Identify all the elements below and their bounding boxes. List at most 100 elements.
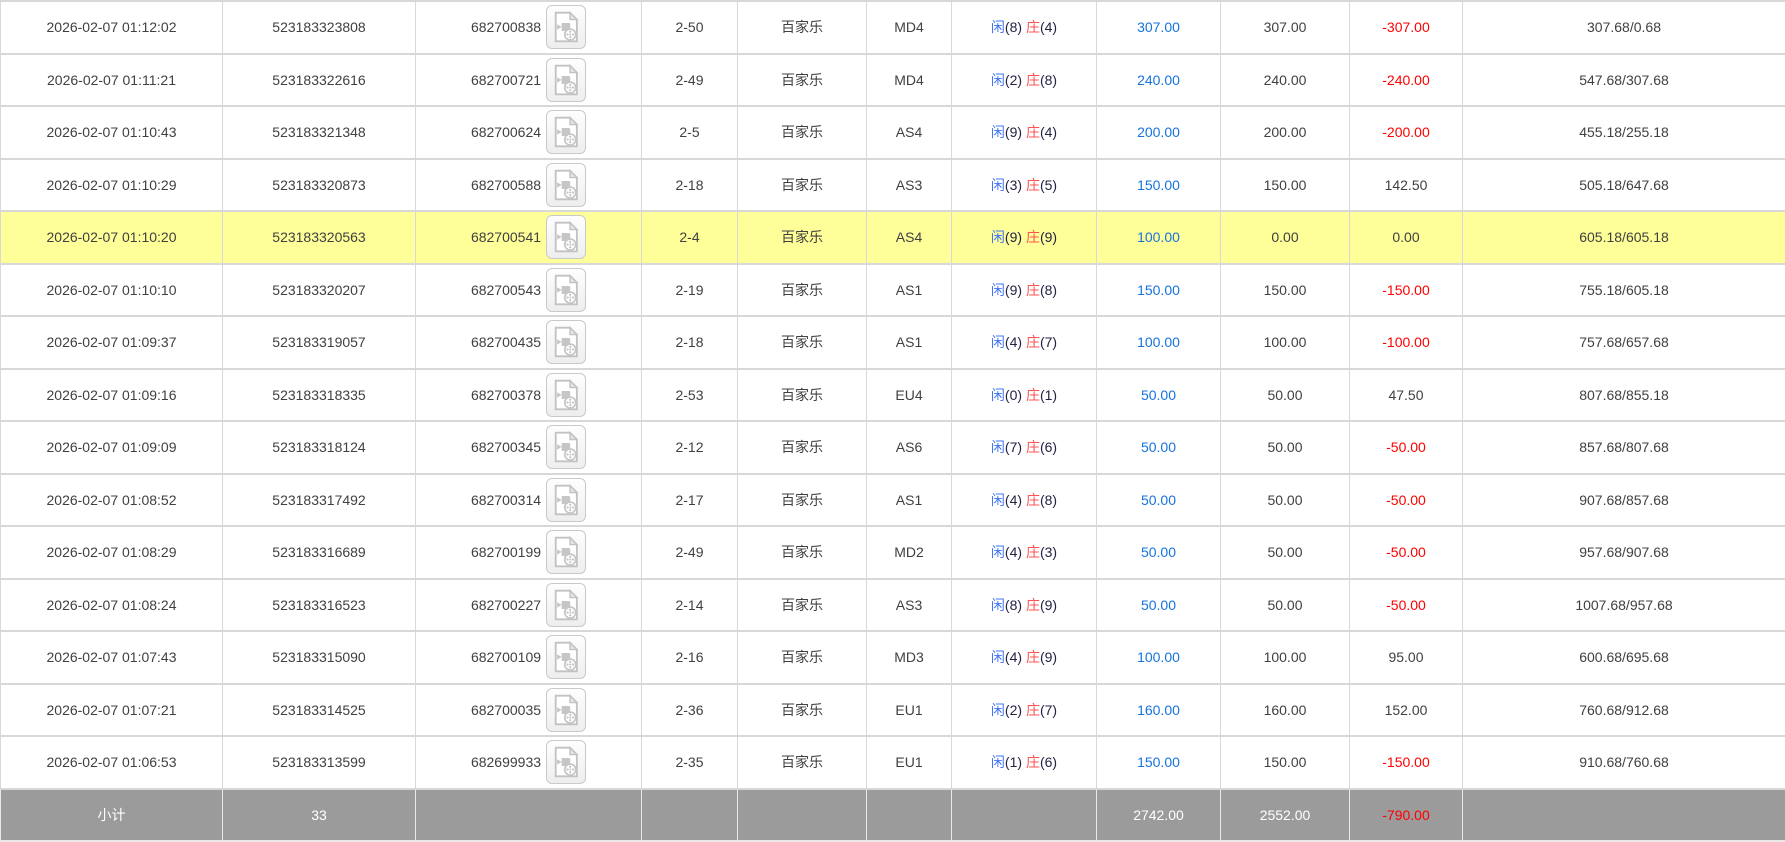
bet-id-cell: 523183318335 (223, 369, 416, 422)
bet-amount-cell[interactable]: 160.00 (1097, 684, 1221, 737)
table-row[interactable]: 2026-02-07 01:06:53523183313599682699933… (1, 736, 1785, 789)
bet-amount-cell[interactable]: 50.00 (1097, 421, 1221, 474)
video-replay-button[interactable] (546, 110, 586, 154)
table-code-cell: AS4 (867, 106, 952, 159)
video-replay-button[interactable] (546, 163, 586, 207)
bet-time-cell: 2026-02-07 01:10:43 (1, 106, 223, 159)
table-row[interactable]: 2026-02-07 01:07:43523183315090682700109… (1, 631, 1785, 684)
bet-time-cell: 2026-02-07 01:10:20 (1, 211, 223, 264)
game-type-cell: 百家乐 (738, 421, 867, 474)
table-row[interactable]: 2026-02-07 01:08:29523183316689682700199… (1, 526, 1785, 579)
table-code-cell: MD4 (867, 54, 952, 107)
video-replay-button[interactable] (546, 373, 586, 417)
bet-amount-cell[interactable]: 100.00 (1097, 631, 1221, 684)
video-replay-button[interactable] (546, 320, 586, 364)
bet-amount-cell[interactable]: 50.00 (1097, 474, 1221, 527)
table-row[interactable]: 2026-02-07 01:08:52523183317492682700314… (1, 474, 1785, 527)
video-replay-button[interactable] (546, 58, 586, 102)
banker-score: (3) (1040, 544, 1057, 560)
round-id-cell: 682700314 (416, 474, 642, 527)
bet-id-cell: 523183320873 (223, 159, 416, 212)
player-score: (0) (1005, 387, 1022, 403)
win-loss-cell: -50.00 (1350, 421, 1463, 474)
round-id: 682700227 (471, 597, 541, 613)
bet-id-cell: 523183322616 (223, 54, 416, 107)
bet-amount-cell[interactable]: 150.00 (1097, 159, 1221, 212)
bet-id-cell: 523183317492 (223, 474, 416, 527)
bet-amount-cell[interactable]: 50.00 (1097, 369, 1221, 422)
banker-score: (6) (1040, 439, 1057, 455)
video-replay-button[interactable] (546, 215, 586, 259)
balance-cell: 307.68/0.68 (1463, 1, 1785, 54)
banker-score: (4) (1040, 19, 1057, 35)
bet-amount-cell[interactable]: 150.00 (1097, 264, 1221, 317)
table-number-cell: 2-4 (642, 211, 738, 264)
valid-amount-cell: 50.00 (1221, 474, 1350, 527)
table-row[interactable]: 2026-02-07 01:09:09523183318124682700345… (1, 421, 1785, 474)
valid-amount-cell: 50.00 (1221, 421, 1350, 474)
banker-label: 庄 (1026, 544, 1040, 560)
valid-amount-cell: 150.00 (1221, 264, 1350, 317)
game-result-cell: 闲(9) 庄(8) (952, 264, 1097, 317)
bet-id-cell: 523183318124 (223, 421, 416, 474)
table-row[interactable]: 2026-02-07 01:07:21523183314525 682700035… (1, 684, 1785, 737)
bet-amount-cell[interactable]: 240.00 (1097, 54, 1221, 107)
bet-id-cell: 523183323808 (223, 1, 416, 54)
round-id-cell: 682700543 (416, 264, 642, 317)
round-id: 682700035 (471, 702, 541, 718)
subtotal-win-loss: -790.00 (1350, 789, 1463, 842)
table-row[interactable]: 2026-02-07 01:09:37523183319057682700435… (1, 316, 1785, 369)
bet-amount-cell[interactable]: 50.00 (1097, 526, 1221, 579)
win-loss-cell: -150.00 (1350, 264, 1463, 317)
round-id: 682700541 (471, 229, 541, 245)
player-score: (2) (1005, 702, 1022, 718)
bet-amount-cell[interactable]: 100.00 (1097, 316, 1221, 369)
table-row-selected[interactable]: 2026-02-07 01:10:20523183320563682700541… (1, 211, 1785, 264)
player-label: 闲 (991, 19, 1005, 35)
player-score: (4) (1005, 492, 1022, 508)
game-result-cell: 闲(7) 庄(6) (952, 421, 1097, 474)
table-code-cell: AS3 (867, 159, 952, 212)
bet-amount-cell[interactable]: 100.00 (1097, 211, 1221, 264)
bet-time-cell: 2026-02-07 01:08:29 (1, 526, 223, 579)
video-replay-button[interactable] (546, 5, 586, 49)
table-row[interactable]: 2026-02-07 01:10:29523183320873682700588… (1, 159, 1785, 212)
round-id-cell: 682700721 (416, 54, 642, 107)
video-replay-button[interactable] (546, 268, 586, 312)
valid-amount-cell: 100.00 (1221, 631, 1350, 684)
banker-score: (4) (1040, 124, 1057, 140)
table-code-cell: EU1 (867, 736, 952, 789)
video-replay-button[interactable] (546, 583, 586, 627)
balance-cell: 600.68/695.68 (1463, 631, 1785, 684)
video-replay-button[interactable] (546, 688, 586, 732)
table-row[interactable]: 2026-02-07 01:09:16523183318335682700378… (1, 369, 1785, 422)
table-row[interactable]: 2026-02-07 01:11:21523183322616682700721… (1, 54, 1785, 107)
bet-amount-cell[interactable]: 150.00 (1097, 736, 1221, 789)
table-row[interactable]: 2026-02-07 01:12:02523183323808682700838… (1, 1, 1785, 54)
video-replay-button[interactable] (546, 740, 586, 784)
bet-id-cell: 523183314525 (223, 684, 416, 737)
player-label: 闲 (991, 439, 1005, 455)
balance-cell: 605.18/605.18 (1463, 211, 1785, 264)
table-row[interactable]: 2026-02-07 01:08:24523183316523682700227… (1, 579, 1785, 632)
video-replay-button[interactable] (546, 530, 586, 574)
round-id-cell: 682700838 (416, 1, 642, 54)
balance-cell: 547.68/307.68 (1463, 54, 1785, 107)
banker-score: (8) (1040, 492, 1057, 508)
bet-time-cell: 2026-02-07 01:07:21 (1, 684, 223, 737)
banker-score: (9) (1040, 229, 1057, 245)
banker-score: (1) (1040, 387, 1057, 403)
round-id: 682700543 (471, 282, 541, 298)
bet-amount-cell[interactable]: 200.00 (1097, 106, 1221, 159)
video-replay-button[interactable] (546, 478, 586, 522)
video-replay-icon (552, 431, 580, 463)
video-replay-button[interactable] (546, 425, 586, 469)
bet-amount-cell[interactable]: 307.00 (1097, 1, 1221, 54)
game-type-cell: 百家乐 (738, 369, 867, 422)
table-code-cell: AS3 (867, 579, 952, 632)
table-row[interactable]: 2026-02-07 01:10:43523183321348682700624… (1, 106, 1785, 159)
bet-amount-cell[interactable]: 50.00 (1097, 579, 1221, 632)
table-row[interactable]: 2026-02-07 01:10:10523183320207682700543… (1, 264, 1785, 317)
round-id: 682700109 (471, 649, 541, 665)
video-replay-button[interactable] (546, 635, 586, 679)
